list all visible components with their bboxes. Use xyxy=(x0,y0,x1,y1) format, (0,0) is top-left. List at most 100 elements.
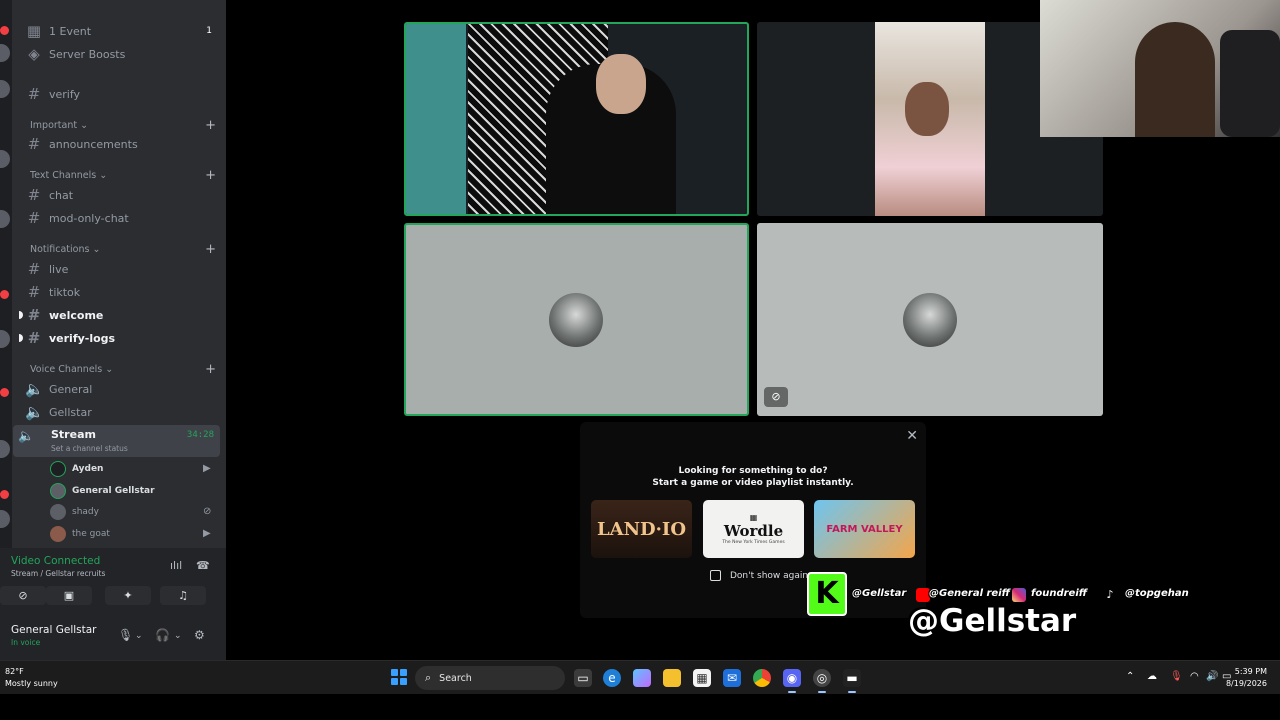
channel-announcements[interactable]: # announcements xyxy=(25,133,220,155)
channel-welcome[interactable]: # welcome xyxy=(25,304,220,326)
microphone-icon[interactable]: 🎙 xyxy=(1170,671,1183,682)
add-channel-icon[interactable]: + xyxy=(205,168,216,183)
channel-status-prompt[interactable]: Set a channel status xyxy=(51,444,128,453)
camera-toggle-button[interactable]: ⊘ xyxy=(0,586,46,605)
weather-description[interactable]: Mostly sunny xyxy=(5,679,58,688)
instagram-handle: foundreiff xyxy=(1031,588,1088,599)
tiktok-icon: ♪ xyxy=(1103,588,1117,602)
disconnect-icon[interactable]: ☎ xyxy=(196,559,210,572)
channel-mod-only-chat[interactable]: # mod-only-chat xyxy=(25,207,220,229)
chevron-up-icon[interactable]: ⌃ xyxy=(1126,671,1134,682)
server-icon[interactable] xyxy=(0,44,10,62)
server-icon[interactable] xyxy=(0,210,10,228)
video-tile-avatar-muted[interactable] xyxy=(757,223,1103,416)
voice-channel-stream[interactable]: 🔈 Stream Set a channel status 34:28 xyxy=(13,425,220,457)
channel-label: announcements xyxy=(49,137,138,151)
hash-icon: # xyxy=(27,209,41,227)
activities-icon: ✦ xyxy=(123,589,133,602)
video-tile-streamer[interactable] xyxy=(404,22,749,216)
search-icon: ⌕ xyxy=(425,671,432,684)
clock-time[interactable]: 5:39 PM xyxy=(1235,667,1267,676)
youtube-icon xyxy=(916,588,930,602)
copilot-icon[interactable] xyxy=(633,669,651,687)
server-icon[interactable] xyxy=(0,510,10,528)
dont-show-again-toggle[interactable]: Don't show again xyxy=(710,570,808,581)
app-icon[interactable]: ▬ xyxy=(843,669,861,693)
events-label: 1 Event xyxy=(49,24,92,38)
gear-icon[interactable]: ⚙ xyxy=(194,628,205,642)
tiktok-handle: @topgehan xyxy=(1125,588,1189,599)
activity-card-land-io[interactable]: LAND·IO xyxy=(591,500,692,558)
category-important[interactable]: Important ⌄ + xyxy=(30,116,216,134)
channel-verify-logs[interactable]: # verify-logs xyxy=(25,327,220,349)
server-icon[interactable] xyxy=(0,150,10,168)
activity-card-title: FARM VALLEY xyxy=(826,523,903,535)
onedrive-icon[interactable]: ☁ xyxy=(1147,671,1157,682)
category-text-channels[interactable]: Text Channels ⌄ + xyxy=(30,166,216,184)
add-channel-icon[interactable]: + xyxy=(205,362,216,377)
server-boosts-item[interactable]: ◈ Server Boosts xyxy=(25,43,220,65)
windows-start-icon[interactable] xyxy=(391,669,407,685)
soundboard-button[interactable]: ♫ xyxy=(160,586,206,605)
channel-chat[interactable]: # chat xyxy=(25,184,220,206)
category-label: Important xyxy=(30,119,78,131)
notification-badge xyxy=(0,490,9,499)
kick-logo: K xyxy=(807,572,847,616)
channel-verify[interactable]: # verify xyxy=(25,83,220,105)
category-voice-channels[interactable]: Voice Channels ⌄ + xyxy=(30,360,216,378)
user-name[interactable]: General Gellstar xyxy=(11,624,97,636)
add-channel-icon[interactable]: + xyxy=(205,242,216,257)
channel-label: General xyxy=(49,382,93,396)
member-name: Ayden xyxy=(72,464,104,474)
voice-member[interactable]: Ayden xyxy=(50,459,103,479)
voice-member[interactable]: shady xyxy=(50,502,99,522)
events-item[interactable]: ▦ 1 Event 1 xyxy=(25,20,220,42)
noise-suppression-icon[interactable]: ılıl xyxy=(170,559,182,572)
user-status: In voice xyxy=(11,638,41,647)
chevron-down-icon[interactable]: ⌄ xyxy=(174,631,182,641)
avatar xyxy=(903,293,957,347)
activity-card-title: Wordle xyxy=(723,522,784,540)
channel-live[interactable]: # live xyxy=(25,258,220,280)
taskbar: 82°F Mostly sunny ⌕ Search ▭ e ▦ ✉ ◉ ◎ ▬… xyxy=(0,660,1280,694)
category-label: Voice Channels xyxy=(30,363,103,375)
server-icon[interactable] xyxy=(0,440,10,458)
instagram-icon xyxy=(1012,588,1026,602)
channel-tiktok[interactable]: # tiktok xyxy=(25,281,220,303)
checkbox[interactable] xyxy=(710,570,721,581)
server-icon[interactable] xyxy=(0,330,10,348)
voice-member[interactable]: the goat xyxy=(50,524,110,544)
close-icon[interactable]: ✕ xyxy=(906,428,918,444)
channel-label: verify-logs xyxy=(49,331,116,345)
wifi-icon[interactable]: ◠ xyxy=(1190,671,1199,682)
voice-member[interactable]: General Gellstar xyxy=(50,481,155,501)
category-notifications[interactable]: Notifications ⌄ + xyxy=(30,240,216,258)
activity-card-farm-valley[interactable]: FARM VALLEY xyxy=(814,500,915,558)
file-explorer-icon[interactable] xyxy=(663,669,681,687)
voice-channel-gellstar[interactable]: 🔈 Gellstar xyxy=(25,401,220,423)
weather-temperature[interactable]: 82°F xyxy=(5,667,24,676)
task-view-icon[interactable]: ▭ xyxy=(574,669,592,687)
activities-button[interactable]: ✦ xyxy=(105,586,151,605)
voice-channel-general[interactable]: 🔈 General xyxy=(25,378,220,400)
taskbar-search[interactable]: ⌕ Search xyxy=(415,666,565,690)
video-tile-avatar[interactable] xyxy=(404,223,749,416)
chrome-icon[interactable] xyxy=(753,669,771,687)
discord-icon[interactable]: ◉ xyxy=(783,669,801,693)
microphone-icon[interactable]: 🎙 xyxy=(118,628,133,642)
edge-icon[interactable]: e xyxy=(603,669,621,687)
screen-share-button[interactable]: ▣ xyxy=(46,586,92,605)
chevron-down-icon[interactable]: ⌄ xyxy=(135,631,143,641)
add-channel-icon[interactable]: + xyxy=(205,118,216,133)
store-icon[interactable]: ▦ xyxy=(693,669,711,687)
obs-icon[interactable]: ◎ xyxy=(813,669,831,693)
server-icon[interactable] xyxy=(0,80,10,98)
volume-icon[interactable]: 🔊 xyxy=(1206,671,1218,682)
voice-connected-subtitle[interactable]: Stream / Gellstar recruits xyxy=(11,569,105,578)
activity-card-wordle[interactable]: ▦ Wordle The New York Times Games xyxy=(703,500,804,558)
mail-icon[interactable]: ✉ xyxy=(723,669,741,687)
activity-subheading: Start a game or video playlist instantly… xyxy=(652,478,854,488)
person-silhouette xyxy=(1135,22,1215,137)
headphones-icon[interactable]: 🎧 xyxy=(155,628,170,642)
clock-date[interactable]: 8/19/2026 xyxy=(1226,679,1267,688)
